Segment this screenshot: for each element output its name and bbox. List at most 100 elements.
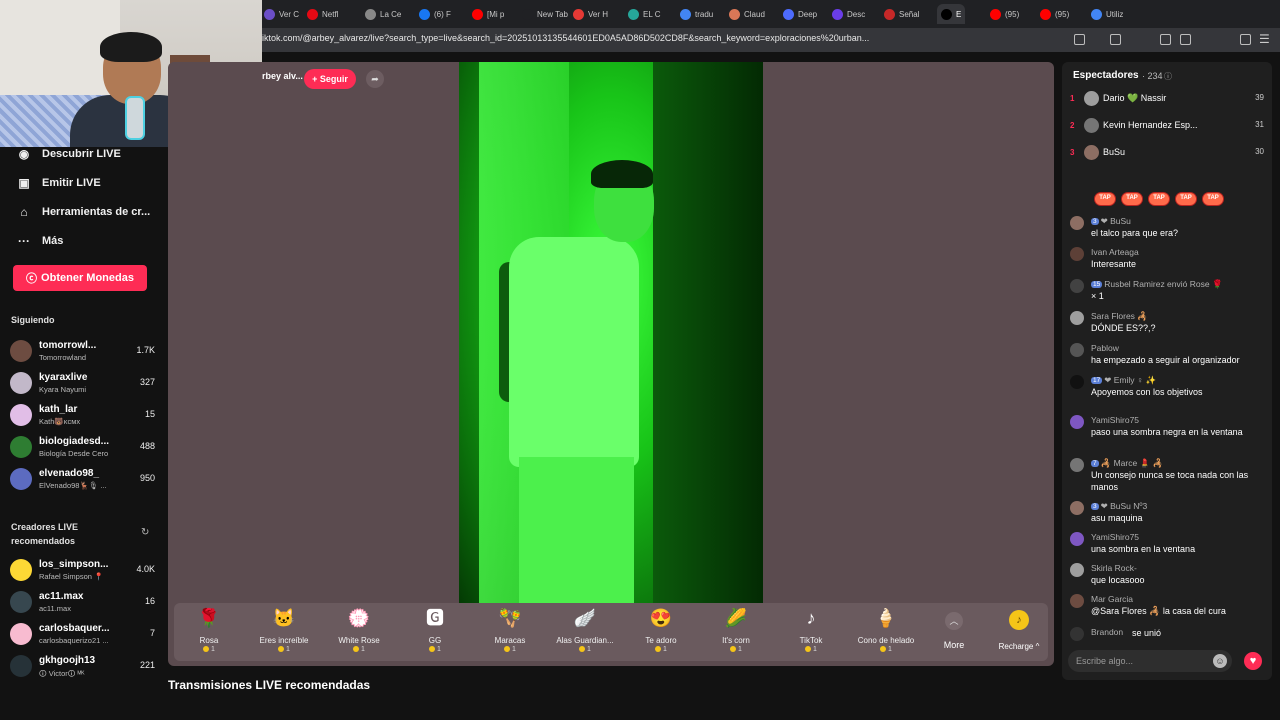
chat-input[interactable]: Escribe algo...	[1068, 650, 1232, 672]
tab-13[interactable]: E	[937, 4, 966, 24]
nav-creator-tools[interactable]: ⌂ Herramientas de cr...	[16, 204, 150, 220]
tab-1[interactable]: Netfl	[307, 4, 338, 24]
extensions-icon[interactable]	[1074, 34, 1085, 45]
get-coins-button[interactable]: ⓒ Obtener Monedas	[13, 265, 147, 291]
viewers-title: Espectadores	[1073, 70, 1139, 81]
tab-11[interactable]: Desc	[832, 4, 865, 24]
avatar	[1070, 532, 1084, 546]
tab-4[interactable]: [Mi p	[472, 4, 504, 24]
gift-item[interactable]: 🍦 Cono de helado 1	[849, 606, 923, 653]
tab-9[interactable]: Claud	[729, 4, 765, 24]
top-viewer-row[interactable]: 3 BuSu 30	[1070, 145, 1266, 165]
video-person-hair	[591, 160, 653, 188]
recharge-label: Recharge ^	[998, 642, 1040, 651]
account-item[interactable]: kath_lar Kath🐻ᴋᴄᴍx 15	[10, 402, 155, 430]
account-item[interactable]: los_simpson... Rafael Simpson 📍 4.0K	[10, 557, 155, 585]
shield-icon[interactable]	[1240, 34, 1251, 45]
message-author[interactable]: YamiShiro75	[1091, 532, 1139, 542]
account-item[interactable]: carlosbaquer... carlosbaquerizo21 ... 7	[10, 621, 155, 649]
gift-item[interactable]: 💮 White Rose 1	[322, 606, 396, 653]
sidebar-icon[interactable]	[1180, 34, 1191, 45]
media-icon[interactable]	[1160, 34, 1171, 45]
gift-icon: 🌽	[724, 608, 748, 628]
message-text: DÓNDE ES??,?	[1091, 323, 1156, 333]
gift-item[interactable]: 🌹 Rosa 1	[172, 606, 246, 653]
tab-8[interactable]: tradu	[680, 4, 713, 24]
gift-item[interactable]: ♪ TikTok 1	[774, 606, 848, 653]
account-item[interactable]: biologiadesd... Biología Desde Cero 488	[10, 434, 155, 462]
avatar	[10, 559, 32, 581]
tab-10[interactable]: Deep	[783, 4, 817, 24]
message-author[interactable]: Pablow	[1091, 343, 1119, 353]
message-author[interactable]: Mar Garcia	[1091, 594, 1133, 604]
account-subtitle: Tomorrowland	[39, 353, 87, 362]
account-item[interactable]: elvenado98_ ElVenado98🦌🎙 ... 950	[10, 466, 155, 494]
recharge-button[interactable]: ♪ Recharge ^	[994, 610, 1044, 651]
more-gifts-button[interactable]: ︿ More	[938, 612, 970, 650]
gift-item[interactable]: 🪇 Maracas 1	[473, 606, 547, 653]
tab-5[interactable]: New Tab	[522, 4, 568, 24]
message-author[interactable]: 7 🦂 Marce 💄 🦂	[1091, 458, 1163, 469]
tab-12[interactable]: Señal	[884, 4, 919, 24]
emoji-icon[interactable]: ☺	[1213, 654, 1227, 668]
url-text[interactable]: iktok.com/@arbey_alvarez/live?search_typ…	[262, 33, 869, 43]
avatar	[1070, 343, 1084, 357]
message-author[interactable]: 3 ❤ BuSu Nº3	[1091, 501, 1147, 512]
message-author[interactable]: Skirla Rock-	[1091, 563, 1137, 573]
tap-badge: TAP	[1121, 192, 1143, 206]
top-viewer-row[interactable]: 2 Kevin Hernandez Esp... 31	[1070, 118, 1266, 138]
author-name: ❤ Emily ♀ ✨	[1104, 375, 1157, 385]
tab-label: (95)	[1005, 9, 1020, 19]
gift-item[interactable]: 🐱 Eres increíble 1	[247, 606, 321, 653]
menu-icon[interactable]: ☰	[1259, 32, 1270, 46]
top-viewer-row[interactable]: 1 Dario 💚 Nassir 39	[1070, 91, 1266, 111]
message-author[interactable]: Brandon	[1091, 627, 1123, 637]
tab-0[interactable]: Ver C	[264, 4, 299, 24]
nav-discover-live[interactable]: ◉ Descubrir LIVE	[16, 146, 121, 162]
follow-button[interactable]: + Seguir	[304, 69, 356, 89]
avatar	[1070, 458, 1084, 472]
account-subtitle: ac11.max	[39, 604, 71, 613]
tab-15[interactable]: (95)	[1040, 4, 1069, 24]
account-item[interactable]: kyaraxlive Kyara Nayumi 327	[10, 370, 155, 398]
account-item[interactable]: tomorrowl... Tomorrowland 1.7K	[10, 338, 155, 366]
gift-name: Alas Guardian...	[556, 636, 614, 645]
tab-label: Señal	[899, 9, 920, 19]
share-icon[interactable]: ➦	[366, 70, 384, 88]
author-name: Skirla Rock-	[1091, 563, 1137, 573]
tab-2[interactable]: La Ce	[365, 4, 401, 24]
host-name[interactable]: rbey alv...	[262, 71, 303, 81]
message-author[interactable]: 3 ❤ BuSu	[1091, 216, 1131, 227]
account-subtitle: Kyara Nayumi	[39, 385, 87, 394]
gift-name: White Rose	[338, 636, 380, 645]
nav-label: Más	[42, 235, 64, 247]
bookmark-icon[interactable]	[1110, 34, 1121, 45]
message-author[interactable]: YamiShiro75	[1091, 415, 1139, 425]
gift-icon: 🌹	[197, 608, 221, 628]
gift-item[interactable]: 🪽 Alas Guardian... 1	[548, 606, 622, 653]
author-name: YamiShiro75	[1091, 532, 1140, 542]
message-author[interactable]: Ivan Arteaga	[1091, 247, 1139, 257]
gift-item[interactable]: 🅶 GG 1	[398, 606, 472, 653]
message-author[interactable]: 15 Rusbel Ramirez envió Rose 🌹	[1091, 279, 1223, 290]
account-item[interactable]: ac11.max ac11.max 16	[10, 589, 155, 617]
gift-item[interactable]: 😍 Te adoro 1	[624, 606, 698, 653]
like-heart-icon[interactable]: ♥	[1244, 652, 1262, 670]
gift-item[interactable]: 🌽 It's corn 1	[699, 606, 773, 653]
info-icon[interactable]: ⓘ	[1164, 71, 1172, 82]
message-author[interactable]: 17 ❤ Emily ♀ ✨	[1091, 375, 1156, 386]
tab-7[interactable]: EL C	[628, 4, 661, 24]
message-author[interactable]: Sara Flores 🦂	[1091, 311, 1148, 322]
account-item[interactable]: gkhgoojh13 🛈 Victor🛈 ᴹᴷ 221	[10, 653, 155, 681]
live-video[interactable]	[459, 62, 763, 603]
tab-16[interactable]: Utiliz	[1091, 4, 1123, 24]
nav-label: Herramientas de cr...	[42, 206, 151, 218]
author-name: ❤ BuSu	[1100, 216, 1131, 226]
nav-go-live[interactable]: ▣ Emitir LIVE	[16, 175, 100, 191]
nav-more[interactable]: ··· Más	[16, 233, 63, 249]
refresh-icon[interactable]: ↻	[141, 527, 149, 538]
tab-favicon-icon	[832, 8, 843, 20]
tab-14[interactable]: (95)	[990, 4, 1019, 24]
tab-3[interactable]: (6) F	[419, 4, 451, 24]
tab-6[interactable]: Ver H	[573, 4, 608, 24]
